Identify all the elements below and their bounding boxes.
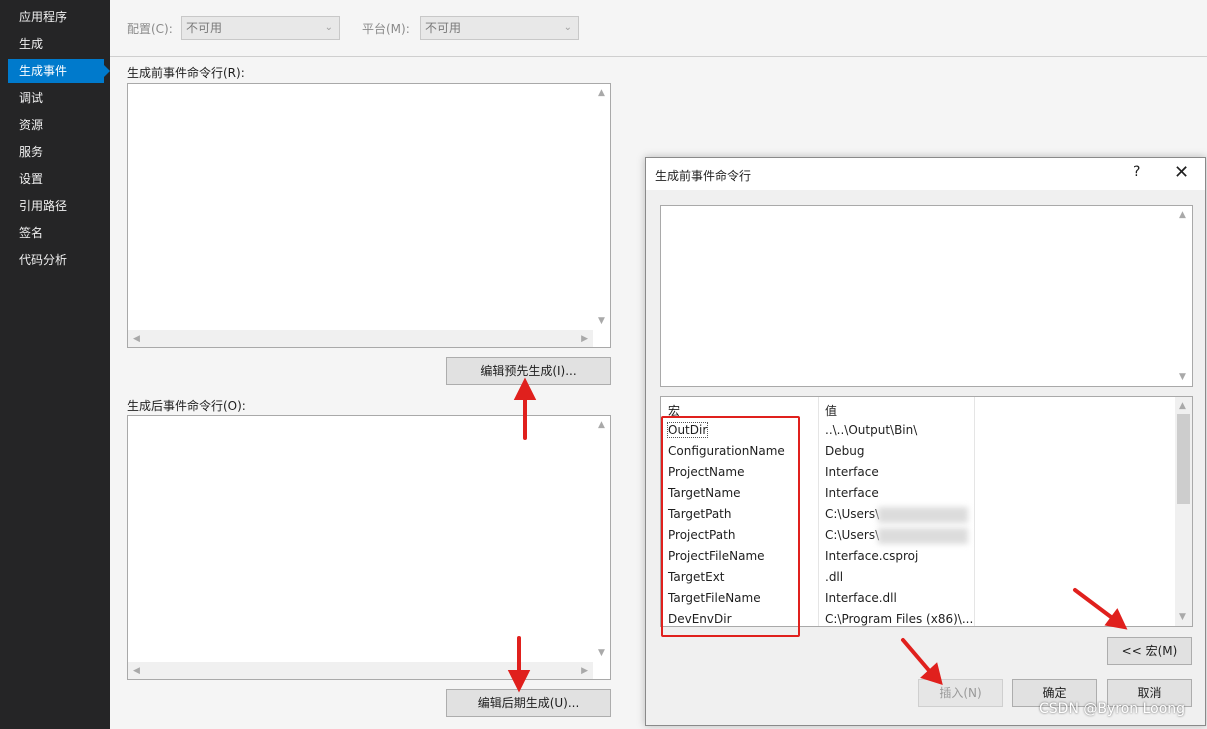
annotation-arrows (507, 377, 1128, 693)
annotation-arrowhead (507, 670, 531, 693)
annotation-arrowhead (513, 377, 537, 400)
annotation-arrow (1073, 588, 1117, 622)
annotation-arrow (901, 638, 934, 676)
watermark: CSDN @Byron Loong (1039, 701, 1186, 717)
